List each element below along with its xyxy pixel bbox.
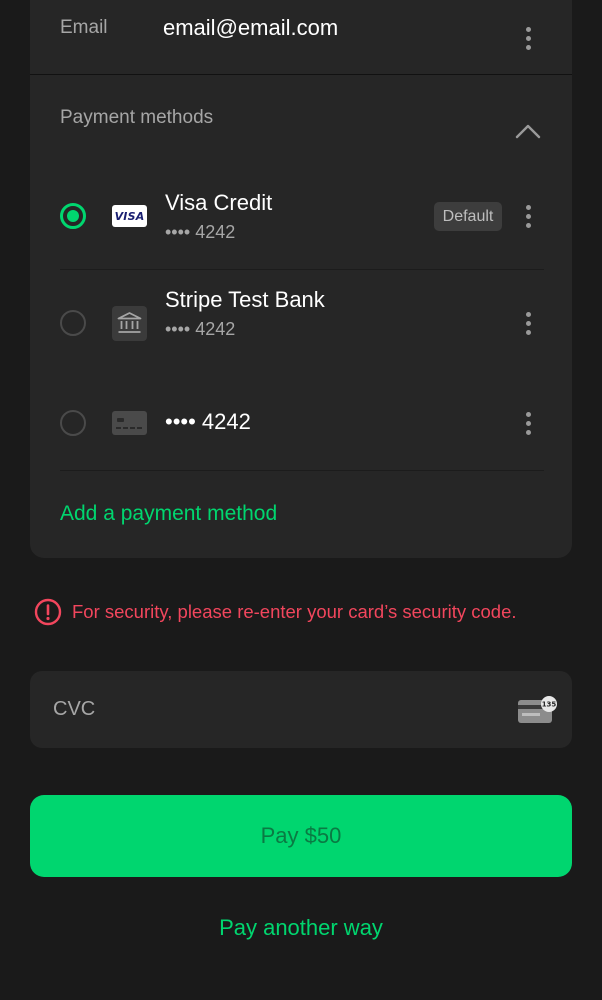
cvc-input[interactable] [30,671,500,748]
payment-method-name: Visa Credit [165,190,273,215]
payment-methods-header: Payment methods [60,107,214,128]
more-vertical-icon[interactable] [516,24,540,52]
email-row[interactable]: Email email@email.com [30,0,572,75]
cvc-icon-text: 135 [542,701,557,709]
payment-sheet: Email email@email.com Payment methods VI… [0,0,602,1000]
payment-method-name: •••• 4242 [165,409,251,434]
security-error-text: For security, please re-enter your card’… [72,601,517,622]
payment-card: Email email@email.com Payment methods VI… [30,0,572,558]
payment-method-last4: •••• 4242 [165,222,236,242]
payment-method-last4: •••• 4242 [165,319,236,339]
pay-button-label: Pay $50 [260,823,342,848]
payment-method-bank[interactable]: Stripe Test Bank •••• 4242 [60,287,544,360]
payment-method-visa[interactable]: VISA Visa Credit •••• 4242 Default [60,180,544,270]
payment-method-name: Stripe Test Bank [165,287,325,312]
default-badge: Default [434,202,502,231]
more-vertical-icon[interactable] [516,202,540,230]
add-payment-method-link[interactable]: Add a payment method [60,502,277,526]
visa-card-icon: VISA [112,205,147,227]
divider [60,269,544,270]
alert-circle-icon [34,598,62,626]
radio-unselected[interactable] [60,310,86,336]
payment-method-card[interactable]: •••• 4242 [60,400,544,470]
pay-button[interactable]: Pay $50 [30,795,572,877]
bank-icon [112,306,147,341]
radio-unselected[interactable] [60,410,86,436]
more-vertical-icon[interactable] [516,409,540,437]
divider [60,470,544,471]
cvc-field[interactable]: 135 [30,671,572,748]
security-error: For security, please re-enter your card’… [34,598,517,626]
cvc-card-icon: 135 [518,696,557,723]
email-value: email@email.com [163,15,339,40]
radio-selected[interactable] [60,203,86,229]
pay-another-way-link[interactable]: Pay another way [0,915,602,941]
more-vertical-icon[interactable] [516,309,540,337]
chevron-up-icon[interactable] [514,120,542,144]
generic-card-icon [112,411,147,435]
email-label: Email [60,17,108,38]
